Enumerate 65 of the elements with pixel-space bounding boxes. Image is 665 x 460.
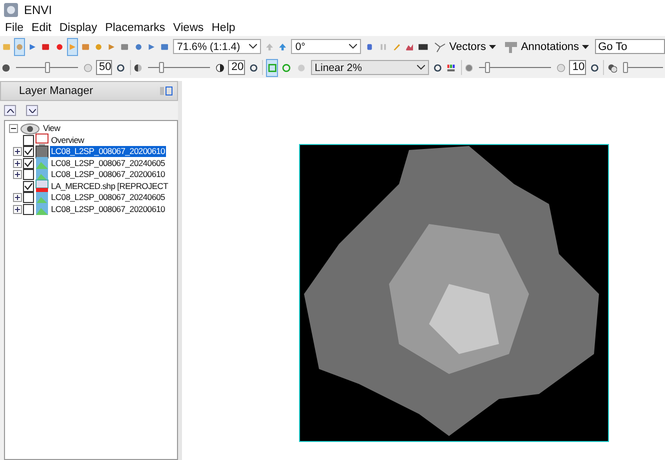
brightness-high-icon bbox=[84, 62, 92, 74]
vector-icon bbox=[434, 40, 446, 52]
annotation-icon bbox=[504, 40, 518, 52]
contrast-high-icon bbox=[216, 62, 224, 74]
expand-toggle-icon[interactable] bbox=[13, 147, 22, 156]
vector-layer-icon bbox=[35, 179, 49, 194]
expand-toggle-icon[interactable] bbox=[13, 170, 22, 180]
caret-icon[interactable] bbox=[416, 65, 425, 70]
square-frame-icon[interactable] bbox=[266, 60, 278, 76]
layer-name[interactable]: LA_MERCED.shp [REPROJECT bbox=[50, 180, 170, 192]
caret-icon[interactable] bbox=[249, 44, 258, 49]
layer-checkbox[interactable] bbox=[23, 169, 34, 180]
contrast-value[interactable]: 20 bbox=[228, 60, 245, 75]
tree-item[interactable]: View bbox=[42, 123, 62, 134]
eye-icon bbox=[20, 122, 40, 136]
raster-layer-icon bbox=[35, 190, 49, 205]
expand-toggle-icon[interactable] bbox=[13, 204, 22, 214]
chevron-down-icon bbox=[28, 108, 36, 112]
caret-icon[interactable] bbox=[349, 44, 358, 49]
layer-name[interactable]: LC08_L2SP_008067_20200610 bbox=[50, 146, 166, 158]
move-down-button[interactable] bbox=[26, 105, 38, 116]
menu-item[interactable]: Display bbox=[56, 22, 102, 34]
expand-toggle-icon[interactable] bbox=[13, 193, 22, 202]
expand-toggle-icon[interactable] bbox=[13, 158, 22, 168]
layer-name[interactable]: LC08_L2SP_008067_20200610 bbox=[50, 169, 166, 180]
contrast-low-icon bbox=[134, 62, 142, 74]
raster-layer-icon bbox=[35, 156, 49, 170]
layer-name[interactable]: LC08_L2SP_008067_20200610 bbox=[50, 204, 166, 215]
overview-icon bbox=[35, 133, 49, 148]
sharpen-low-icon bbox=[465, 62, 474, 74]
raster-layer-icon bbox=[35, 202, 49, 216]
menu-item[interactable]: File bbox=[2, 22, 29, 34]
app-icon bbox=[3, 2, 19, 18]
layer-checkbox[interactable] bbox=[23, 180, 34, 192]
layer-name[interactable]: Overview bbox=[50, 134, 86, 146]
brightness-low-icon bbox=[2, 62, 10, 74]
layer-checkbox[interactable] bbox=[23, 146, 34, 158]
stretch-dropdown[interactable]: Linear 2% bbox=[310, 60, 429, 75]
panel-title: Layer Manager bbox=[19, 85, 93, 97]
move-up-button[interactable] bbox=[4, 105, 16, 116]
zoom-dropdown[interactable]: 71.6% (1:1.4) bbox=[173, 39, 262, 54]
sharpen-high-icon bbox=[557, 62, 566, 74]
raster-layer-icon bbox=[35, 144, 49, 159]
layer-name[interactable]: LC08_L2SP_008067_20240605 bbox=[50, 158, 166, 169]
pin-panel-icon[interactable] bbox=[159, 85, 173, 97]
vectors-button[interactable]: Vectors bbox=[432, 40, 498, 52]
menu-item[interactable]: Placemarks bbox=[102, 22, 170, 34]
menu-item[interactable]: Help bbox=[208, 22, 240, 34]
go-to-field[interactable]: Go To bbox=[595, 39, 665, 54]
sharpen-value[interactable]: 10 bbox=[569, 60, 586, 75]
layer-checkbox[interactable] bbox=[23, 204, 34, 215]
chevron-up-icon bbox=[6, 108, 14, 112]
menu-item[interactable]: Edit bbox=[28, 22, 56, 34]
caret-icon bbox=[582, 44, 590, 48]
collapse-toggle-icon[interactable] bbox=[9, 124, 18, 134]
layer-checkbox[interactable] bbox=[23, 158, 34, 169]
caret-icon bbox=[488, 44, 496, 48]
brightness-value[interactable]: 50 bbox=[96, 60, 112, 75]
layer-checkbox[interactable] bbox=[23, 134, 34, 146]
window-title: ENVI bbox=[24, 3, 52, 17]
annotations-button[interactable]: Annotations bbox=[502, 40, 592, 52]
menu-item[interactable]: Views bbox=[170, 22, 209, 34]
layer-name[interactable]: LC08_L2SP_008067_20240605 bbox=[50, 192, 166, 204]
rotation-dropdown[interactable]: 0° bbox=[291, 39, 362, 54]
layer-checkbox[interactable] bbox=[23, 192, 34, 204]
